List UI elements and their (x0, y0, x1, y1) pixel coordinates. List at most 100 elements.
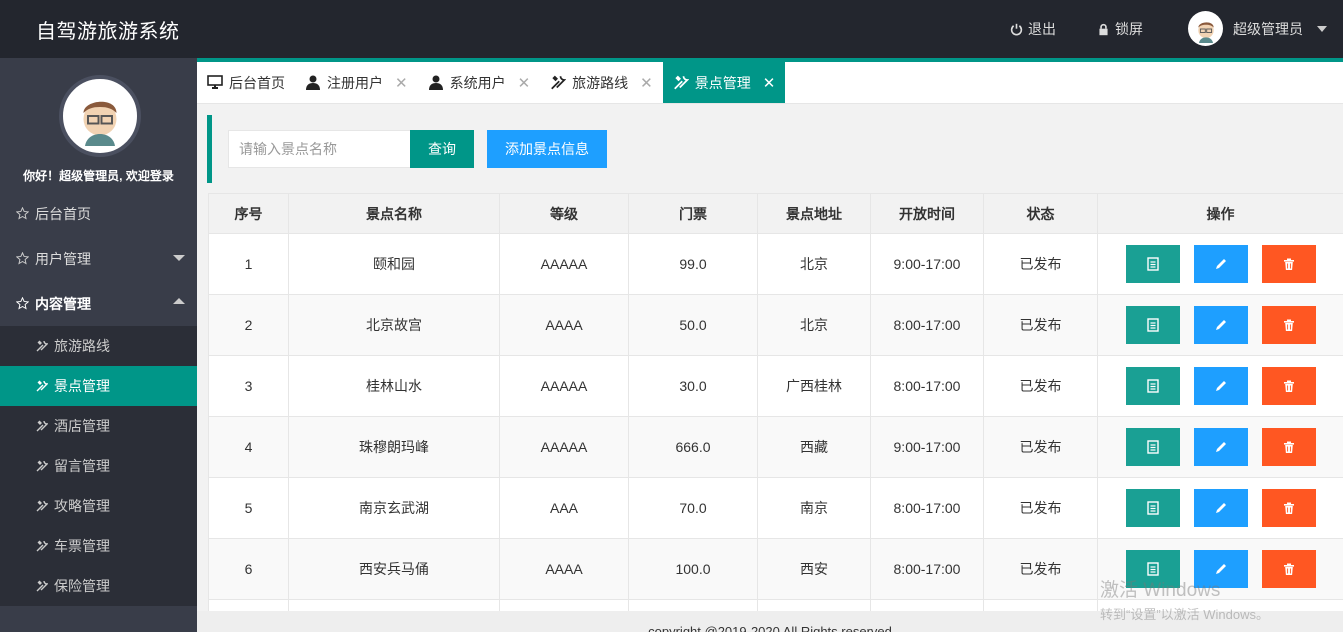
sidebar-item-dashboard[interactable]: 后台首页 (0, 191, 197, 236)
table-cell: 8:00-17:00 (870, 294, 984, 356)
table-cell: 8:00-17:00 (870, 477, 984, 539)
view-button[interactable] (1125, 367, 1180, 405)
query-button[interactable]: 查询 (410, 130, 474, 168)
user-name: 超级管理员 (1233, 20, 1303, 37)
table-cell: 6 (208, 538, 289, 600)
table-cell: 西安兵马俑 (288, 538, 500, 600)
edit-button[interactable] (1193, 489, 1248, 527)
close-icon[interactable]: ✕ (763, 74, 776, 92)
close-icon[interactable]: ✕ (395, 74, 408, 92)
edit-button[interactable] (1193, 367, 1248, 405)
view-button[interactable] (1125, 245, 1180, 283)
tab-attractions[interactable]: 景点管理 ✕ (662, 62, 786, 103)
sidebar-item-label: 留言管理 (54, 458, 110, 474)
actions-cell (1097, 355, 1343, 417)
table-cell: 西藏 (757, 416, 871, 478)
edit-button[interactable] (1193, 245, 1248, 283)
table-cell: 已发布 (983, 355, 1098, 417)
add-attraction-button[interactable]: 添加景点信息 (487, 130, 607, 168)
table-cell: 99.0 (628, 233, 758, 295)
view-button[interactable] (1125, 489, 1180, 527)
table-cell (757, 599, 871, 611)
view-button[interactable] (1125, 550, 1180, 588)
sidebar-item-tickets[interactable]: 车票管理 (0, 526, 197, 566)
table-row: 3 桂林山水 AAAAA 30.0 广西桂林 8:00-17:00 已发布 (208, 355, 1343, 417)
row-actions (1098, 489, 1343, 527)
pencil-icon (1215, 564, 1226, 574)
delete-button[interactable] (1261, 428, 1316, 466)
table-cell (208, 599, 289, 611)
table-cell: 8:00-17:00 (870, 355, 984, 417)
tab-registered-users[interactable]: 注册用户 ✕ (295, 62, 418, 103)
table-cell: AAAAA (499, 233, 629, 295)
tab-label: 注册用户 (327, 74, 383, 91)
search-input[interactable] (228, 130, 411, 168)
table-cell: 已发布 (983, 477, 1098, 539)
monitor-icon (207, 75, 223, 89)
sidebar-profile: 你好！超级管理员, 欢迎登录 (0, 58, 197, 191)
column-header: 开放时间 (870, 193, 984, 234)
sidebar-item-label: 酒店管理 (54, 418, 110, 434)
table-cell: AAAA (499, 538, 629, 600)
pencil-icon (1215, 259, 1226, 269)
attractions-table: 序号 景点名称 等级 门票 景点地址 开放时间 状态 操作 1 颐和园 AAAAA 9… (208, 193, 1343, 611)
delete-button[interactable] (1261, 550, 1316, 588)
close-icon[interactable]: ✕ (518, 74, 531, 92)
sidebar: 你好！超级管理员, 欢迎登录 后台首页 用户管理 内容管理 旅游路线 景点管理 … (0, 58, 197, 632)
row-actions (1098, 306, 1343, 344)
table-cell: AAAA (499, 294, 629, 356)
edit-button[interactable] (1193, 306, 1248, 344)
table-row: 2 北京故宫 AAAA 50.0 北京 8:00-17:00 已发布 (208, 294, 1343, 356)
table-row (208, 599, 1343, 611)
row-actions (1098, 550, 1343, 588)
table-cell: 1 (208, 233, 289, 295)
table-cell: 西安 (757, 538, 871, 600)
logout-button[interactable]: 退出 (1010, 19, 1056, 39)
delete-button[interactable] (1261, 245, 1316, 283)
user-menu[interactable]: 超级管理员 (1188, 11, 1327, 46)
actions-cell (1097, 477, 1343, 539)
table-header-row: 序号 景点名称 等级 门票 景点地址 开放时间 状态 操作 (208, 193, 1343, 234)
actions-cell (1097, 416, 1343, 478)
delete-button[interactable] (1261, 489, 1316, 527)
sidebar-item-label: 保险管理 (54, 578, 110, 594)
avatar (1188, 11, 1223, 46)
table-cell: 已发布 (983, 233, 1098, 295)
tab-dashboard[interactable]: 后台首页 (197, 62, 295, 103)
view-button[interactable] (1125, 306, 1180, 344)
column-header: 景点名称 (288, 193, 500, 234)
delete-button[interactable] (1261, 367, 1316, 405)
tab-routes[interactable]: 旅游路线 ✕ (540, 62, 663, 103)
edit-button[interactable] (1193, 428, 1248, 466)
lock-screen-button[interactable]: 锁屏 (1097, 19, 1143, 39)
table-cell: 桂林山水 (288, 355, 500, 417)
sidebar-item-insurance[interactable]: 保险管理 (0, 566, 197, 606)
tools-icon (36, 540, 48, 552)
table-cell: 30.0 (628, 355, 758, 417)
star-icon (16, 252, 29, 265)
delete-button[interactable] (1261, 306, 1316, 344)
sidebar-item-attractions[interactable]: 景点管理 (0, 366, 197, 406)
document-icon (1146, 318, 1159, 332)
table-cell: 5 (208, 477, 289, 539)
close-icon[interactable]: ✕ (640, 74, 653, 92)
sidebar-item-guides[interactable]: 攻略管理 (0, 486, 197, 526)
table-row: 1 颐和园 AAAAA 99.0 北京 9:00-17:00 已发布 (208, 233, 1343, 295)
table-cell: 9:00-17:00 (870, 416, 984, 478)
table-cell (1097, 599, 1343, 611)
table-cell (628, 599, 758, 611)
user-icon (428, 75, 443, 90)
sidebar-item-routes[interactable]: 旅游路线 (0, 326, 197, 366)
sidebar-item-label: 景点管理 (54, 378, 110, 394)
sidebar-item-user-management[interactable]: 用户管理 (0, 236, 197, 281)
trash-icon (1283, 441, 1294, 453)
view-button[interactable] (1125, 428, 1180, 466)
column-header: 门票 (628, 193, 758, 234)
sidebar-item-messages[interactable]: 留言管理 (0, 446, 197, 486)
edit-button[interactable] (1193, 550, 1248, 588)
tab-system-users[interactable]: 系统用户 ✕ (418, 62, 541, 103)
sidebar-item-hotels[interactable]: 酒店管理 (0, 406, 197, 446)
sidebar-item-content-management[interactable]: 内容管理 (0, 281, 197, 326)
table-cell: 3 (208, 355, 289, 417)
table-cell: 南京玄武湖 (288, 477, 500, 539)
